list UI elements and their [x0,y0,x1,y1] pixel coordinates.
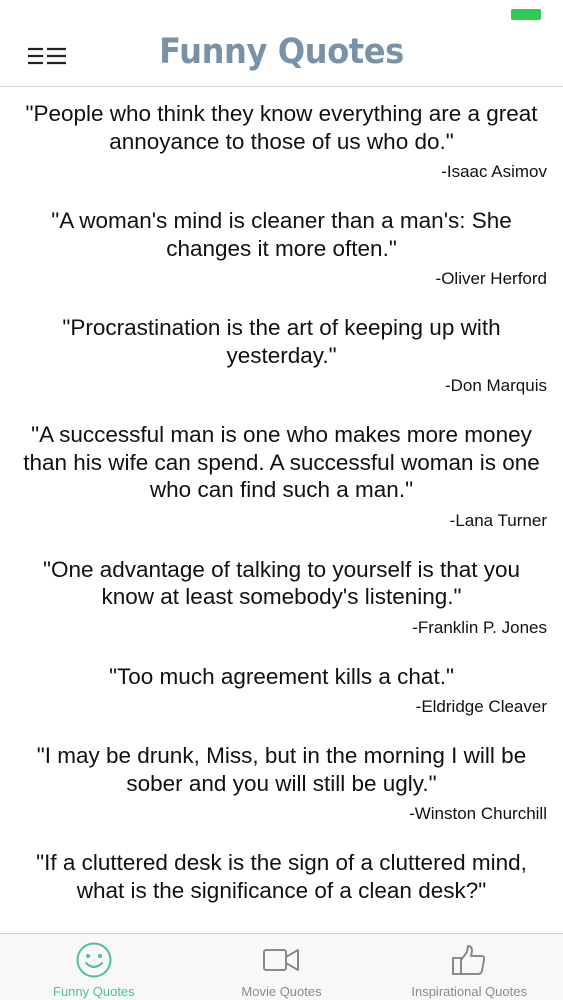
quote-text: "One advantage of talking to yourself is… [42,556,521,610]
quote-author: -Don Marquis [444,376,547,395]
status-bar [0,0,563,30]
quote-text: "If a cluttered desk is the sign of a cl… [36,850,527,903]
quote-text: "Procrastination is the art of keeping u… [62,315,501,368]
quote-item: "If a cluttered desk is the sign of a cl… [0,849,563,904]
tab-inspirational-quotes[interactable]: Inspirational Quotes [375,934,563,1000]
smiley-face-icon [74,940,114,980]
battery-icon [511,9,541,20]
quote-list[interactable]: "People who think they know everything a… [0,88,563,933]
quote-item: "I may be drunk, Miss, but in the mornin… [0,742,563,825]
quote-author: -Lana Turner [449,510,547,530]
quote-item: "One advantage of talking to yourself is… [0,556,563,639]
quote-author: -Winston Churchill [409,804,547,823]
quote-author: -Oliver Herford [435,269,547,288]
quote-text: "Too much agreement kills a chat." [109,663,454,689]
quote-author: -Isaac Asimov [441,162,547,181]
quote-text: "People who think they know everything a… [25,101,538,154]
page-title: Funny Quotes [159,32,404,72]
quote-item: "A woman's mind is cleaner than a man's:… [0,207,563,290]
tab-label: Inspirational Quotes [411,984,527,999]
app-header: Funny Quotes [0,28,563,87]
thumbs-up-icon [449,940,489,980]
quote-text: "I may be drunk, Miss, but in the mornin… [36,743,527,796]
quote-author: -Franklin P. Jones [412,617,547,637]
quote-author: -Eldridge Cleaver [415,697,547,716]
quote-text: "A successful man is one who makes more … [23,422,540,502]
tab-funny-quotes[interactable]: Funny Quotes [0,934,188,1000]
quote-item: "A successful man is one who makes more … [0,421,563,532]
quote-text: "A woman's mind is cleaner than a man's:… [51,208,512,261]
quote-item: "Too much agreement kills a chat." -Eldr… [0,663,563,719]
tab-label: Funny Quotes [53,984,135,999]
quote-item: "People who think they know everything a… [0,100,563,183]
tab-bar: Funny Quotes Movie Quotes Inspirational … [0,933,563,1000]
quote-item: "Procrastination is the art of keeping u… [0,314,563,397]
tab-label: Movie Quotes [241,984,322,999]
video-camera-icon [262,940,302,980]
tab-movie-quotes[interactable]: Movie Quotes [188,934,376,1000]
